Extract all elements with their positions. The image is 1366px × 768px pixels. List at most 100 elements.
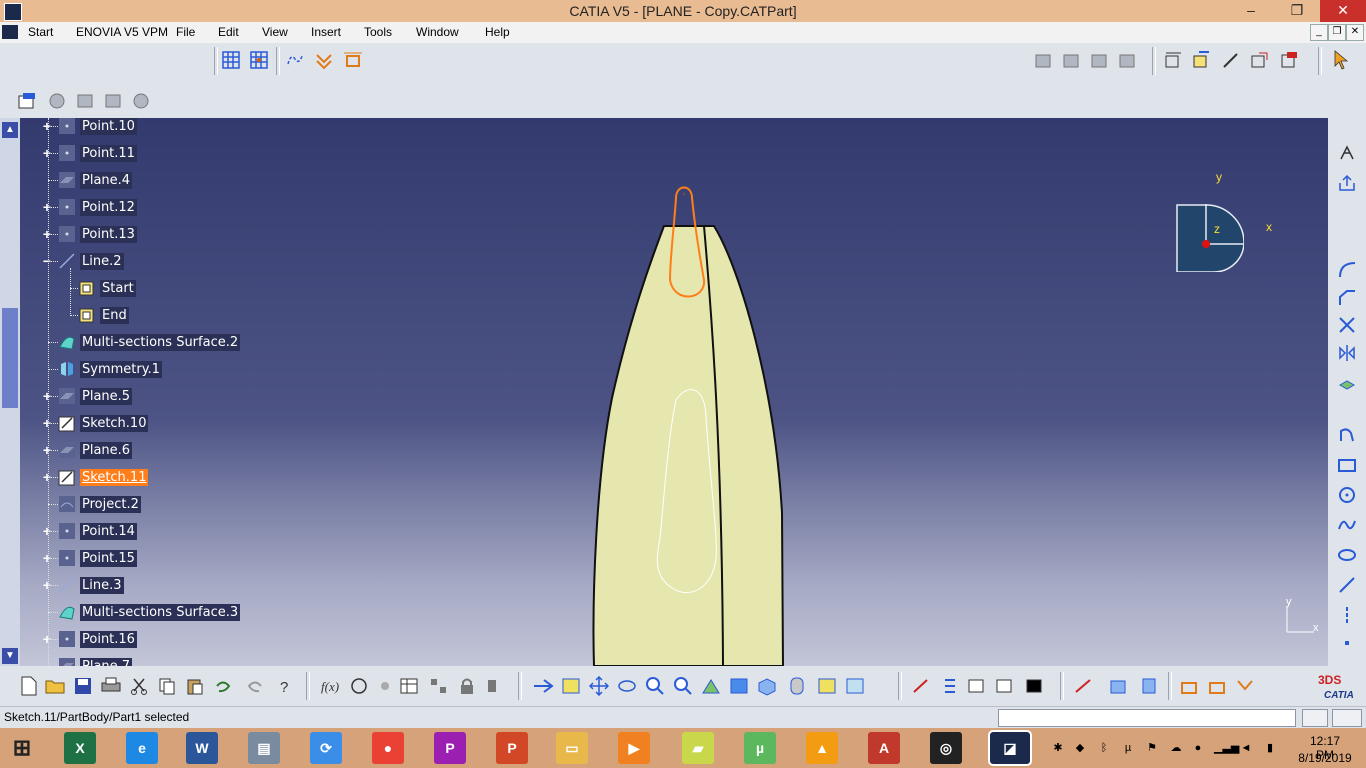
cut-icon[interactable] (128, 675, 150, 697)
chrome-icon[interactable]: ● (372, 732, 404, 764)
sketch-tools-icon[interactable] (1162, 49, 1184, 71)
pocket-icon[interactable] (1060, 49, 1082, 71)
tree-node[interactable]: + Point.10 (43, 118, 137, 136)
minimize-button[interactable]: – (1228, 0, 1274, 22)
doc-restore-button[interactable]: ❐ (1328, 24, 1346, 41)
tree-node-label[interactable]: Plane.6 (80, 441, 133, 459)
tree-node-label[interactable]: Point.12 (80, 198, 137, 216)
pan-icon[interactable] (588, 675, 610, 697)
utorrent-icon[interactable]: µ (744, 732, 776, 764)
onedrive-icon[interactable]: ☁ (1168, 740, 1184, 756)
doc-close-button[interactable]: ✕ (1346, 24, 1364, 41)
redo-icon[interactable] (244, 675, 266, 697)
chamfer-icon[interactable] (1336, 286, 1358, 308)
tree-node[interactable]: + Point.14 (43, 521, 137, 541)
iso-view-icon[interactable] (756, 675, 778, 697)
trim-icon[interactable] (1336, 314, 1358, 336)
tree-node[interactable]: − Line.2 (43, 251, 124, 271)
tree-node[interactable]: + Sketch.10 (43, 413, 149, 433)
ellipse-icon[interactable] (1336, 544, 1358, 566)
tree-node[interactable]: + Point.15 (43, 548, 137, 568)
animate-constraint-icon[interactable] (1234, 675, 1256, 697)
tree-node[interactable]: Plane.4 (48, 170, 133, 190)
zoom-in-icon[interactable] (644, 675, 666, 697)
tray-app-icon[interactable]: ✱ (1050, 740, 1066, 756)
clock-date[interactable]: 8/19/2019 (1297, 751, 1353, 765)
start-button[interactable]: ⊞ (6, 732, 38, 764)
powerpoint-icon[interactable]: P (496, 732, 528, 764)
multi-view-icon[interactable] (728, 675, 750, 697)
project-3d-elements-icon[interactable] (1336, 372, 1358, 394)
menu-window[interactable]: Window (416, 25, 459, 39)
tree-reference-icon[interactable] (78, 279, 96, 297)
boolean-add-icon[interactable] (46, 90, 68, 112)
rotate-icon[interactable] (616, 675, 638, 697)
internet-explorer-icon[interactable]: e (126, 732, 158, 764)
pencil-icon[interactable] (1220, 49, 1242, 71)
auto-constraint-icon[interactable] (1206, 675, 1228, 697)
scroll-thumb[interactable] (2, 308, 18, 408)
tree-node-label[interactable]: Multi-sections Surface.2 (80, 333, 241, 351)
tree-line-icon[interactable] (58, 252, 76, 270)
spline-icon[interactable] (1336, 514, 1358, 536)
tree-node[interactable]: + Plane.5 (43, 386, 133, 406)
copy-icon[interactable] (156, 675, 178, 697)
tree-plane-icon[interactable] (58, 657, 76, 666)
shading-icon[interactable] (786, 675, 808, 697)
visu-3d-icon[interactable] (994, 675, 1016, 697)
tree-node[interactable]: Project.2 (48, 494, 141, 514)
shaft-icon[interactable] (1088, 49, 1110, 71)
catalog-browser-icon[interactable] (428, 675, 450, 697)
menu-file[interactable]: File (176, 25, 195, 39)
knowledge-advisor-icon[interactable] (348, 675, 370, 697)
tree-plane-icon[interactable] (58, 171, 76, 189)
tree-node[interactable]: + Line.3 (43, 575, 124, 595)
menu-view[interactable]: View (262, 25, 288, 39)
open-folder-icon[interactable] (44, 675, 66, 697)
line-icon[interactable] (1336, 574, 1358, 596)
vlc-icon[interactable]: ▲ (806, 732, 838, 764)
undo-icon[interactable] (212, 675, 234, 697)
acrobat-icon[interactable]: A (868, 732, 900, 764)
tree-node[interactable]: Multi-sections Surface.3 (48, 602, 241, 622)
tree-node-label[interactable]: Multi-sections Surface.3 (80, 603, 241, 621)
bluetooth-icon[interactable]: ᛒ (1096, 740, 1112, 756)
tree-node-label[interactable]: Point.16 (80, 630, 137, 648)
tree-node[interactable]: Symmetry.1 (48, 359, 162, 379)
tree-node-label[interactable]: End (100, 306, 129, 324)
tree-node[interactable]: + Point.13 (43, 224, 137, 244)
catia-task-icon[interactable]: ◪ (988, 730, 1032, 766)
camera-app-icon[interactable]: ◎ (930, 732, 962, 764)
law-icon[interactable] (374, 675, 396, 697)
tree-symmetry-icon[interactable] (58, 360, 76, 378)
tree-plane-icon[interactable] (58, 441, 76, 459)
sync-icon[interactable]: ⟳ (310, 732, 342, 764)
tree-node[interactable]: Plane.7 (58, 656, 133, 666)
save-icon[interactable] (72, 675, 94, 697)
grid-icon[interactable] (220, 49, 242, 71)
menu-help[interactable]: Help (485, 25, 510, 39)
tree-node-label[interactable]: Plane.4 (80, 171, 133, 189)
tray-utorrent-icon[interactable]: µ (1120, 740, 1136, 756)
tree-point-icon[interactable] (58, 225, 76, 243)
tree-point-icon[interactable] (58, 630, 76, 648)
tree-node-label[interactable]: Sketch.11 (80, 468, 149, 486)
boolean-remove-icon[interactable] (74, 90, 96, 112)
export-icon[interactable] (1336, 172, 1358, 194)
tree-node-label[interactable]: Point.15 (80, 549, 137, 567)
tree-node-label[interactable]: Plane.7 (80, 657, 133, 666)
profile-icon[interactable] (1336, 424, 1358, 446)
fly-mode-icon[interactable] (532, 675, 554, 697)
hide-show-icon[interactable] (816, 675, 838, 697)
no-3d-background-icon[interactable] (1024, 675, 1046, 697)
tree-point-icon[interactable] (58, 198, 76, 216)
tree-sketch-icon[interactable] (58, 414, 76, 432)
tree-surface-icon[interactable] (58, 603, 76, 621)
tree-node[interactable]: + Point.16 (43, 629, 137, 649)
exit-workbench-icon[interactable] (1278, 49, 1300, 71)
swap-visible-space-icon[interactable] (844, 675, 866, 697)
tree-point-icon[interactable] (58, 549, 76, 567)
copy-paste-special-icon[interactable] (484, 675, 506, 697)
tree-scrollbar[interactable]: ▲ ▼ (0, 118, 20, 666)
geometrical-constraints-icon[interactable] (314, 49, 336, 71)
